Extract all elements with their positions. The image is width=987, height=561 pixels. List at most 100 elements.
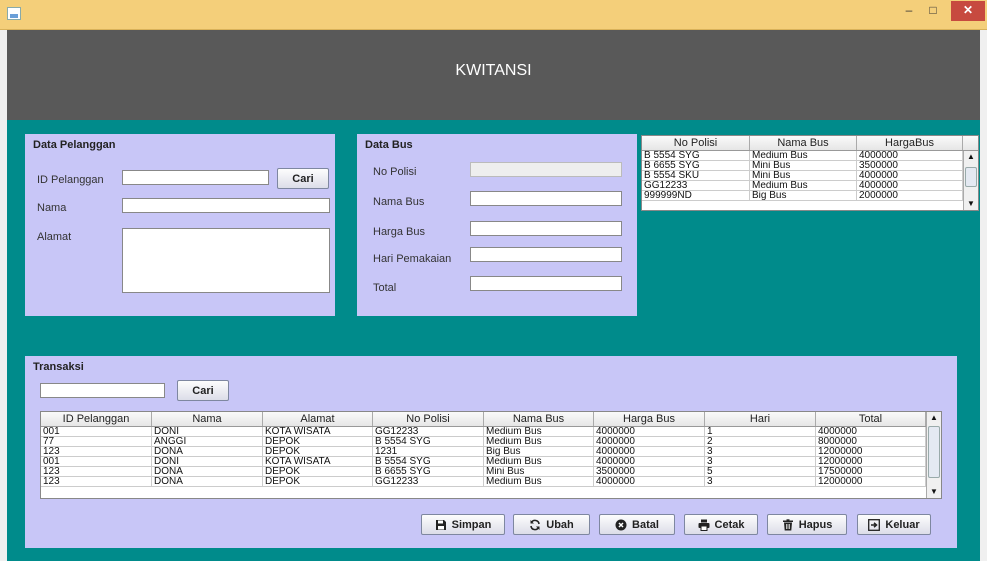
table-row[interactable]: B 6655 SYG Mini Bus 3500000: [642, 161, 978, 171]
table-row[interactable]: B 5554 SYG Medium Bus 4000000: [642, 151, 978, 161]
bus-table-scrollbar[interactable]: ▲ ▼: [963, 151, 978, 210]
hari-pemakaian-input[interactable]: [470, 247, 622, 262]
column-header[interactable]: HargaBus: [857, 136, 963, 150]
window-titlebar: – □ ✕: [0, 0, 987, 30]
table-cell: 77: [41, 437, 152, 446]
table-cell: Mini Bus: [750, 171, 857, 180]
table-row[interactable]: 123 DONA DEPOK B 6655 SYG Mini Bus 3500000 5 17…: [41, 467, 941, 477]
scroll-down-icon[interactable]: ▼: [964, 198, 978, 210]
column-header[interactable]: Alamat: [263, 412, 373, 426]
column-header[interactable]: Nama Bus: [484, 412, 594, 426]
table-cell: DONA: [152, 477, 263, 486]
table-cell: 4000000: [594, 457, 705, 466]
table-cell: 999999ND: [642, 191, 750, 200]
nopol-label: No Polisi: [373, 166, 417, 178]
table-cell: Medium Bus: [750, 181, 857, 190]
table-row[interactable]: 001 DONI KOTA WISATA B 5554 SYG Medium Bus 40…: [41, 457, 941, 467]
java-app-icon: [7, 7, 21, 20]
table-cell: Medium Bus: [484, 477, 594, 486]
exit-icon: [868, 518, 881, 531]
id-pelanggan-input[interactable]: [122, 170, 269, 185]
batal-button[interactable]: Batal: [599, 514, 675, 535]
bus-table-header: No Polisi Nama Bus HargaBus: [642, 136, 978, 151]
total-input[interactable]: [470, 276, 622, 291]
column-header[interactable]: Harga Bus: [594, 412, 705, 426]
column-header[interactable]: ID Pelanggan: [41, 412, 152, 426]
table-cell: B 6655 SYG: [642, 161, 750, 170]
table-cell: 4000000: [857, 171, 963, 180]
table-cell: B 5554 SYG: [373, 437, 484, 446]
page-title: KWITANSI: [455, 62, 532, 79]
scroll-thumb[interactable]: [965, 167, 977, 187]
pelanggan-panel: Data Pelanggan ID Pelanggan Cari Nama Al…: [25, 134, 335, 316]
table-row[interactable]: 77 ANGGI DEPOK B 5554 SYG Medium Bus 4000000 2…: [41, 437, 941, 447]
table-row[interactable]: GG12233 Medium Bus 4000000: [642, 181, 978, 191]
table-cell: GG12233: [373, 477, 484, 486]
table-cell: B 5554 SYG: [642, 151, 750, 160]
bus-panel: Data Bus No Polisi Nama Bus Harga Bus Ha…: [357, 134, 637, 316]
table-cell: Mini Bus: [484, 467, 594, 476]
total-label: Total: [373, 282, 397, 294]
table-row[interactable]: 123 DONA DEPOK GG12233 Medium Bus 4000000 3 120…: [41, 477, 941, 487]
nama-bus-input[interactable]: [470, 191, 622, 206]
table-cell: 001: [41, 427, 152, 436]
table-row[interactable]: 123 DONA DEPOK 1231 Big Bus 4000000 3 12000000: [41, 447, 941, 457]
transaksi-table[interactable]: ID Pelanggan Nama Alamat No Polisi Nama …: [40, 411, 942, 499]
table-cell: 12000000: [816, 457, 926, 466]
table-cell: 2000000: [857, 191, 963, 200]
table-cell: Medium Bus: [484, 427, 594, 436]
cetak-button[interactable]: Cetak: [684, 514, 758, 535]
simpan-button[interactable]: Simpan: [421, 514, 505, 535]
trash-icon: [782, 518, 793, 530]
column-header[interactable]: Total: [816, 412, 926, 426]
column-header[interactable]: No Polisi: [642, 136, 750, 150]
cari-transaksi-button[interactable]: Cari: [177, 380, 229, 401]
minimize-button[interactable]: –: [897, 1, 921, 21]
transaksi-rows: 001 DONI KOTA WISATA GG12233 Medium Bus 40000…: [41, 427, 941, 487]
column-header[interactable]: Nama Bus: [750, 136, 857, 150]
table-cell: DEPOK: [263, 467, 373, 476]
hapus-label: Hapus: [798, 518, 833, 531]
table-cell: 4000000: [857, 181, 963, 190]
table-cell: B 6655 SYG: [373, 467, 484, 476]
nopol-input[interactable]: [470, 162, 622, 177]
table-cell: DEPOK: [263, 447, 373, 456]
cari-pelanggan-button[interactable]: Cari: [277, 168, 329, 189]
table-cell: 12000000: [816, 477, 926, 486]
table-cell: DEPOK: [263, 437, 373, 446]
simpan-label: Simpan: [451, 518, 492, 531]
table-cell: 1: [705, 427, 816, 436]
table-cell: KOTA WISATA: [263, 457, 373, 466]
table-row[interactable]: 001 DONI KOTA WISATA GG12233 Medium Bus 40000…: [41, 427, 941, 437]
column-header[interactable]: Nama: [152, 412, 263, 426]
column-header[interactable]: Hari: [705, 412, 816, 426]
transaksi-scrollbar[interactable]: ▲ ▼: [926, 412, 941, 498]
nama-label: Nama: [37, 202, 67, 214]
table-cell: Big Bus: [484, 447, 594, 456]
alamat-textarea[interactable]: [122, 228, 330, 293]
nama-input[interactable]: [122, 198, 330, 213]
bus-table[interactable]: No Polisi Nama Bus HargaBus B 5554 SYG M…: [641, 135, 979, 211]
hapus-button[interactable]: Hapus: [767, 514, 847, 535]
close-button[interactable]: ✕: [951, 1, 985, 21]
cari-transaksi-label: Cari: [192, 384, 214, 397]
column-header[interactable]: No Polisi: [373, 412, 484, 426]
hari-pemakaian-label: Hari Pemakaian: [373, 253, 452, 265]
keluar-label: Keluar: [885, 518, 920, 531]
scroll-down-icon[interactable]: ▼: [927, 486, 941, 498]
table-cell: 4000000: [816, 427, 926, 436]
table-row[interactable]: B 5554 SKU Mini Bus 4000000: [642, 171, 978, 181]
table-cell: 123: [41, 477, 152, 486]
maximize-button[interactable]: □: [921, 1, 945, 21]
table-cell: 3: [705, 457, 816, 466]
scroll-up-icon[interactable]: ▲: [964, 151, 978, 163]
header-banner: KWITANSI: [7, 30, 980, 120]
ubah-button[interactable]: Ubah: [513, 514, 590, 535]
keluar-button[interactable]: Keluar: [857, 514, 931, 535]
bus-title: Data Bus: [365, 139, 413, 151]
transaksi-search-input[interactable]: [40, 383, 165, 398]
scroll-thumb[interactable]: [928, 426, 940, 478]
table-row[interactable]: 999999ND Big Bus 2000000: [642, 191, 978, 201]
harga-bus-input[interactable]: [470, 221, 622, 236]
scroll-up-icon[interactable]: ▲: [927, 412, 941, 424]
